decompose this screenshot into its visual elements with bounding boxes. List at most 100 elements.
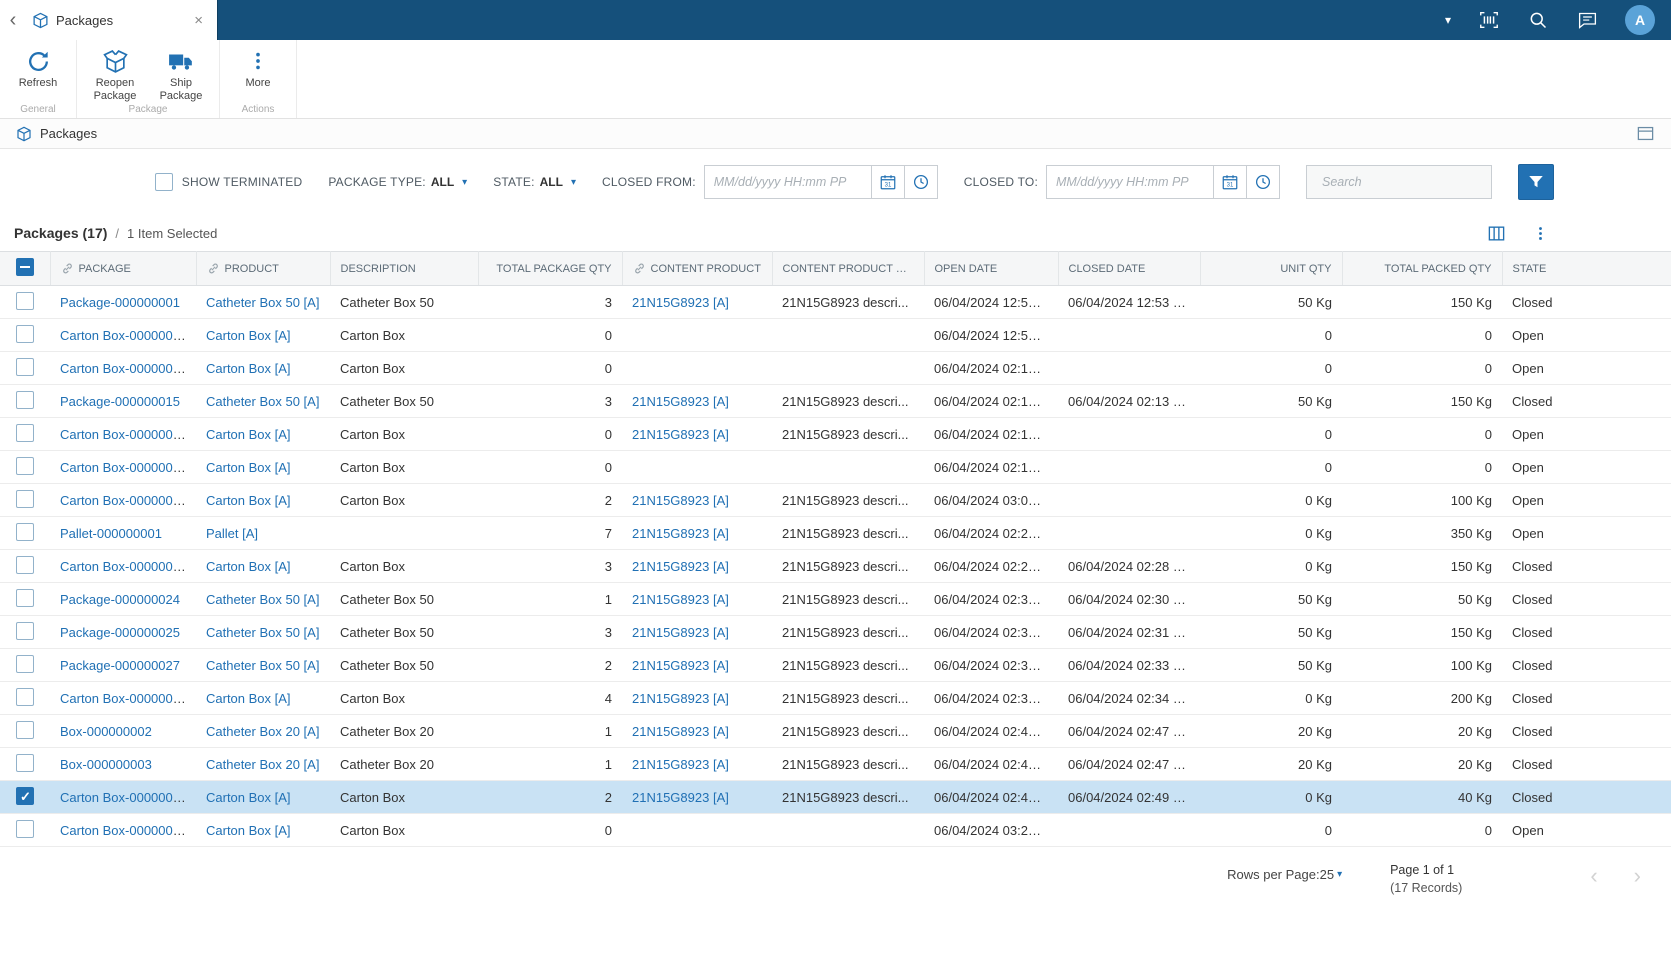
- package-link[interactable]: Carton Box-00000001: [60, 790, 187, 805]
- column-header-unit-qty[interactable]: UNIT QTY: [1200, 251, 1343, 286]
- product-link[interactable]: Carton Box [A]: [206, 361, 291, 376]
- content-product-link[interactable]: 21N15G8923 [A]: [632, 427, 729, 442]
- row-checkbox[interactable]: [16, 720, 34, 739]
- package-link[interactable]: Carton Box-00000000: [60, 559, 187, 574]
- content-product-link[interactable]: 21N15G8923 [A]: [632, 691, 729, 706]
- row-checkbox[interactable]: [16, 753, 34, 772]
- refresh-button[interactable]: Refresh: [8, 44, 68, 102]
- package-type-dropdown[interactable]: PACKAGE TYPE: ALL ▾: [328, 175, 467, 189]
- content-product-link[interactable]: 21N15G8923 [A]: [632, 526, 729, 541]
- table-row[interactable]: Package-000000027 Catheter Box 50 [A] Ca…: [0, 648, 1671, 682]
- row-checkbox[interactable]: [16, 522, 34, 541]
- product-link[interactable]: Carton Box [A]: [206, 328, 291, 343]
- package-link[interactable]: Carton Box-00000001: [60, 691, 187, 706]
- package-link[interactable]: Carton Box-00000001: [60, 823, 187, 838]
- row-checkbox[interactable]: [16, 555, 34, 574]
- product-link[interactable]: Pallet [A]: [206, 526, 258, 541]
- closed-to-input[interactable]: [1046, 165, 1214, 199]
- show-terminated-checkbox[interactable]: [154, 173, 173, 191]
- row-checkbox[interactable]: [16, 786, 34, 805]
- row-checkbox[interactable]: [16, 819, 34, 838]
- package-link[interactable]: Pallet-000000001: [60, 526, 162, 541]
- table-row[interactable]: Package-000000015 Catheter Box 50 [A] Ca…: [0, 384, 1671, 418]
- package-link[interactable]: Package-000000025: [60, 625, 180, 640]
- tab-close-icon[interactable]: ×: [190, 12, 207, 29]
- column-header-state[interactable]: STATE: [1502, 251, 1671, 286]
- product-link[interactable]: Carton Box [A]: [206, 559, 291, 574]
- content-product-link[interactable]: 21N15G8923 [A]: [632, 295, 729, 310]
- global-search-icon[interactable]: [1527, 9, 1549, 31]
- product-link[interactable]: Catheter Box 50 [A]: [206, 394, 319, 409]
- row-checkbox[interactable]: [16, 291, 34, 310]
- column-header-content-product-desc[interactable]: CONTENT PRODUCT DE...: [772, 251, 925, 286]
- row-checkbox[interactable]: [16, 357, 34, 376]
- product-link[interactable]: Catheter Box 50 [A]: [206, 625, 319, 640]
- package-link[interactable]: Carton Box-00000000: [60, 427, 187, 442]
- content-product-link[interactable]: 21N15G8923 [A]: [632, 493, 729, 508]
- product-link[interactable]: Catheter Box 20 [A]: [206, 757, 319, 772]
- row-checkbox[interactable]: [16, 654, 34, 673]
- table-row[interactable]: Carton Box-00000000 Carton Box [A] Carto…: [0, 417, 1671, 451]
- product-link[interactable]: Catheter Box 20 [A]: [206, 724, 319, 739]
- table-row[interactable]: Carton Box-00000000 Carton Box [A] Carto…: [0, 483, 1671, 517]
- row-checkbox[interactable]: [16, 324, 34, 343]
- open-panel-icon[interactable]: [1636, 124, 1655, 143]
- row-checkbox[interactable]: [16, 687, 34, 706]
- closed-to-time-button[interactable]: [1246, 165, 1280, 199]
- row-checkbox[interactable]: [16, 423, 34, 442]
- product-link[interactable]: Catheter Box 50 [A]: [206, 295, 319, 310]
- previous-page-icon[interactable]: ‹: [1590, 865, 1597, 887]
- row-checkbox[interactable]: [16, 489, 34, 508]
- content-product-link[interactable]: 21N15G8923 [A]: [632, 592, 729, 607]
- closed-from-calendar-button[interactable]: 31: [870, 165, 905, 199]
- table-row[interactable]: Box-000000003 Catheter Box 20 [A] Cathet…: [0, 747, 1671, 781]
- table-row[interactable]: Box-000000002 Catheter Box 20 [A] Cathet…: [0, 714, 1671, 748]
- grid-options-icon[interactable]: [1532, 225, 1549, 242]
- content-product-link[interactable]: 21N15G8923 [A]: [632, 790, 729, 805]
- column-header-total-package-qty[interactable]: TOTAL PACKAGE QTY: [478, 251, 623, 286]
- product-link[interactable]: Carton Box [A]: [206, 823, 291, 838]
- closed-from-time-button[interactable]: [903, 165, 938, 199]
- table-row[interactable]: Package-000000001 Catheter Box 50 [A] Ca…: [0, 285, 1671, 319]
- select-all-checkbox[interactable]: [15, 258, 34, 276]
- row-checkbox[interactable]: [16, 621, 34, 640]
- package-link[interactable]: Package-000000001: [60, 295, 180, 310]
- column-header-content-product[interactable]: CONTENT PRODUCT: [622, 251, 773, 286]
- table-row[interactable]: Carton Box-00000001 Carton Box [A] Carto…: [0, 681, 1671, 715]
- product-link[interactable]: Carton Box [A]: [206, 691, 291, 706]
- product-link[interactable]: Carton Box [A]: [206, 493, 291, 508]
- ship-package-button[interactable]: Ship Package: [151, 44, 211, 102]
- show-terminated-toggle[interactable]: SHOW TERMINATED: [154, 173, 303, 191]
- package-link[interactable]: Package-000000024: [60, 592, 180, 607]
- table-row[interactable]: Carton Box-00000000 Carton Box [A] Carto…: [0, 549, 1671, 583]
- table-row[interactable]: Pallet-000000001 Pallet [A] 7 21N15G8923…: [0, 516, 1671, 550]
- table-row[interactable]: Carton Box-00000000 Carton Box [A] Carto…: [0, 351, 1671, 385]
- table-row[interactable]: Package-000000025 Catheter Box 50 [A] Ca…: [0, 615, 1671, 649]
- table-row[interactable]: Carton Box-00000001 Carton Box [A] Carto…: [0, 780, 1671, 814]
- package-link[interactable]: Box-000000003: [60, 757, 152, 772]
- table-row[interactable]: Carton Box-00000001 Carton Box [A] Carto…: [0, 813, 1671, 847]
- tab-packages[interactable]: Packages ×: [26, 12, 217, 29]
- table-row[interactable]: Package-000000024 Catheter Box 50 [A] Ca…: [0, 582, 1671, 616]
- package-link[interactable]: Carton Box-00000000: [60, 460, 187, 475]
- product-link[interactable]: Carton Box [A]: [206, 790, 291, 805]
- content-product-link[interactable]: 21N15G8923 [A]: [632, 724, 729, 739]
- state-dropdown[interactable]: STATE: ALL ▾: [493, 175, 576, 189]
- filter-button[interactable]: [1518, 164, 1554, 200]
- column-header-total-packed-qty[interactable]: TOTAL PACKED QTY: [1342, 251, 1503, 286]
- column-header-description[interactable]: DESCRIPTION: [330, 251, 479, 286]
- next-page-icon[interactable]: ›: [1634, 865, 1641, 887]
- product-link[interactable]: Catheter Box 50 [A]: [206, 592, 319, 607]
- more-button[interactable]: More: [228, 44, 288, 102]
- package-link[interactable]: Carton Box-00000000: [60, 493, 187, 508]
- column-header-closed-date[interactable]: CLOSED DATE: [1058, 251, 1201, 286]
- content-product-link[interactable]: 21N15G8923 [A]: [632, 658, 729, 673]
- product-link[interactable]: Catheter Box 50 [A]: [206, 658, 319, 673]
- product-link[interactable]: Carton Box [A]: [206, 427, 291, 442]
- package-link[interactable]: Carton Box-00000000: [60, 328, 187, 343]
- package-link[interactable]: Package-000000015: [60, 394, 180, 409]
- row-checkbox[interactable]: [16, 456, 34, 475]
- column-chooser-icon[interactable]: [1487, 224, 1506, 243]
- content-product-link[interactable]: 21N15G8923 [A]: [632, 394, 729, 409]
- table-row[interactable]: Carton Box-00000000 Carton Box [A] Carto…: [0, 450, 1671, 484]
